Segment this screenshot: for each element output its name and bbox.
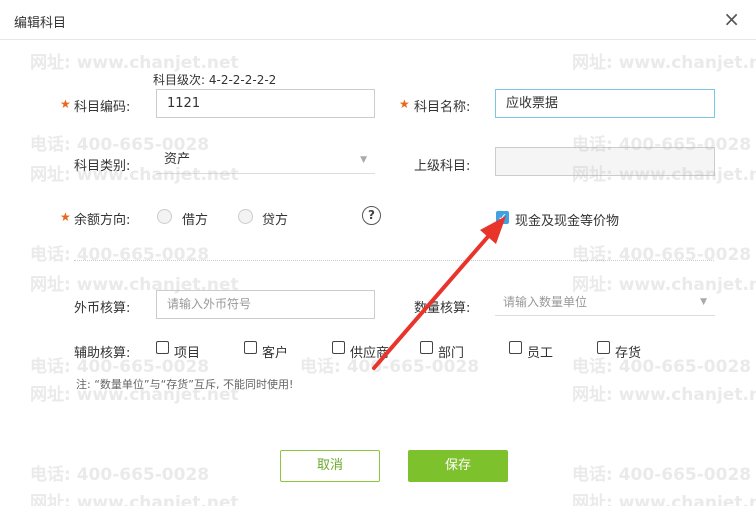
watermark-phone: 电话: 400-665-0028 xyxy=(30,245,210,265)
close-icon[interactable]: × xyxy=(723,9,740,29)
level-hint: 科目级次: 4-2-2-2-2-2 xyxy=(153,73,277,87)
debit-label: 借方 xyxy=(182,213,209,228)
auxiliary-label: 辅助核算: xyxy=(74,346,131,361)
quantity-unit-placeholder: 请输入数量单位 xyxy=(503,295,588,309)
aux-project-checkbox[interactable] xyxy=(156,341,169,354)
cancel-button[interactable]: 取消 xyxy=(280,450,380,482)
aux-employee-label: 员工 xyxy=(527,346,554,361)
cash-equivalent-checkbox[interactable]: ✓ xyxy=(496,211,509,224)
aux-supplier-checkbox[interactable] xyxy=(332,341,345,354)
watermark-site: 网址: www.chanjet.net xyxy=(572,385,756,405)
aux-inventory-checkbox[interactable] xyxy=(597,341,610,354)
required-star-icon: ★ xyxy=(399,97,410,111)
save-button[interactable]: 保存 xyxy=(408,450,508,482)
aux-supplier-label: 供应商 xyxy=(350,346,390,361)
account-code-input[interactable]: 1121 xyxy=(156,89,375,118)
account-category-value: 资产 xyxy=(164,152,191,167)
quantity-unit-select[interactable]: 请输入数量单位 ▼ xyxy=(495,290,715,316)
balance-direction-label: 余额方向: xyxy=(74,213,131,228)
foreign-currency-input[interactable]: 请输入外币符号 xyxy=(156,290,375,319)
parent-account-input[interactable] xyxy=(495,147,715,176)
watermark-phone: 电话: 400-665-0028 xyxy=(572,245,752,265)
cash-equivalent-label: 现金及现金等价物 xyxy=(515,214,620,229)
aux-customer-label: 客户 xyxy=(262,346,289,361)
aux-employee-checkbox[interactable] xyxy=(509,341,522,354)
watermark-site: 网址: www.chanjet.net xyxy=(30,53,239,73)
aux-department-label: 部门 xyxy=(438,346,465,361)
debit-radio[interactable] xyxy=(157,209,172,224)
watermark-site: 网址: www.chanjet.net xyxy=(572,493,756,506)
chevron-down-icon: ▼ xyxy=(360,155,367,165)
help-icon[interactable]: ? xyxy=(362,206,381,225)
dialog-titlebar: 编辑科目 × xyxy=(0,0,756,40)
foreign-currency-label: 外币核算: xyxy=(74,301,131,316)
watermark-site: 网址: www.chanjet.net xyxy=(30,493,239,506)
account-name-input[interactable]: 应收票据 xyxy=(495,89,715,118)
watermark-phone: 电话: 400-665-0028 xyxy=(30,465,210,485)
required-star-icon: ★ xyxy=(60,97,71,111)
foreign-currency-placeholder: 请输入外币符号 xyxy=(167,297,252,311)
account-category-label: 科目类别: xyxy=(74,159,131,174)
edit-account-dialog: 编辑科目 × 科目级次: 4-2-2-2-2-2 ★ 科目编码: 1121 ★ … xyxy=(0,0,756,506)
watermark-site: 网址: www.chanjet.net xyxy=(572,53,756,73)
credit-label: 贷方 xyxy=(262,213,289,228)
credit-radio[interactable] xyxy=(238,209,253,224)
quantity-label: 数量核算: xyxy=(414,301,471,316)
watermark-phone: 电话: 400-665-0028 xyxy=(572,357,752,377)
watermark-phone: 电话: 400-665-0028 xyxy=(572,465,752,485)
account-code-label: 科目编码: xyxy=(74,100,131,115)
required-star-icon: ★ xyxy=(60,210,71,224)
parent-account-label: 上级科目: xyxy=(414,159,471,174)
account-name-label: 科目名称: xyxy=(414,100,471,115)
dialog-title: 编辑科目 xyxy=(14,16,67,31)
aux-project-label: 项目 xyxy=(174,346,201,361)
divider xyxy=(74,260,714,261)
annotation-arrow-icon xyxy=(372,216,506,370)
aux-customer-checkbox[interactable] xyxy=(244,341,257,354)
chevron-down-icon: ▼ xyxy=(700,297,707,307)
aux-department-checkbox[interactable] xyxy=(420,341,433,354)
mutual-exclusion-note: 注: “数量单位”与“存货”互斥, 不能同时使用! xyxy=(76,378,294,391)
account-category-select[interactable]: 资产 ▼ xyxy=(156,148,375,174)
aux-inventory-label: 存货 xyxy=(615,346,642,361)
